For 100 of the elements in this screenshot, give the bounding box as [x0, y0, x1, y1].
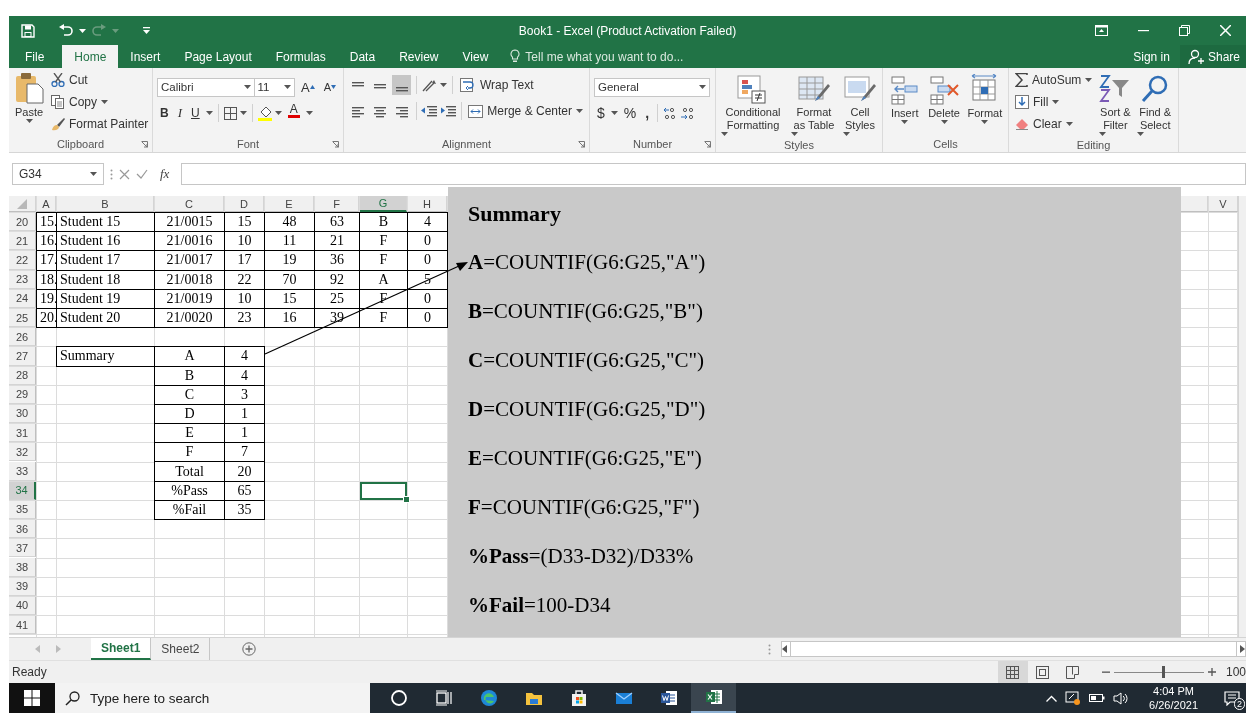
caret-icon[interactable] — [1099, 132, 1107, 136]
horizontal-scrollbar[interactable] — [781, 641, 1246, 657]
scroll-left-icon[interactable] — [782, 645, 787, 653]
increase-indent-icon[interactable] — [440, 104, 457, 118]
slider-thumb[interactable] — [1162, 666, 1166, 678]
format-painter-button[interactable]: Format Painter — [49, 114, 151, 134]
cell-grid[interactable]: V — [1181, 196, 1238, 637]
scroll-right-icon[interactable] — [1240, 645, 1245, 653]
ribbon-tab[interactable]: Formulas — [263, 45, 338, 68]
column-header[interactable]: C — [155, 196, 224, 212]
caret-icon[interactable] — [90, 172, 97, 176]
insert-cells-button[interactable]: Insert — [887, 74, 922, 136]
add-sheet-icon[interactable] — [242, 642, 257, 656]
column-header[interactable]: F — [315, 196, 359, 212]
row-header[interactable]: 23 — [9, 270, 36, 289]
column-header[interactable]: G — [360, 196, 407, 212]
conditional-formatting-button[interactable]: Conditional Formatting — [720, 74, 786, 138]
caret-icon[interactable] — [25, 119, 33, 123]
dialog-launcher-icon[interactable] — [578, 141, 585, 148]
caret-icon[interactable] — [205, 111, 213, 115]
checkmark-icon[interactable] — [136, 169, 148, 179]
row-header[interactable]: 31 — [9, 424, 36, 443]
start-button[interactable] — [9, 683, 55, 713]
center-icon[interactable] — [373, 104, 386, 118]
shrink-font-button[interactable]: A — [320, 77, 339, 97]
caret-icon[interactable] — [843, 132, 850, 136]
caret-icon[interactable] — [1085, 78, 1093, 82]
formula-input[interactable] — [181, 163, 1246, 185]
ribbon-tab[interactable]: Data — [337, 45, 388, 68]
cancel-icon[interactable] — [119, 168, 130, 180]
sheet-tab[interactable]: Sheet1 — [91, 638, 152, 660]
restore-icon[interactable] — [1179, 25, 1190, 36]
caret-icon[interactable] — [1137, 132, 1145, 136]
caret-icon[interactable] — [610, 111, 618, 115]
save-icon[interactable] — [21, 23, 35, 38]
decrease-decimal-icon[interactable] — [680, 106, 695, 120]
row-header[interactable]: 41 — [9, 615, 36, 635]
row-header[interactable]: 33 — [9, 462, 36, 481]
clock[interactable]: 4:04 PM 6/26/2021 — [1143, 683, 1204, 713]
volume-icon[interactable] — [1113, 691, 1130, 705]
view-button[interactable] — [997, 661, 1028, 683]
delete-cells-button[interactable]: Delete — [927, 74, 962, 136]
caret-icon[interactable] — [440, 83, 447, 87]
align-right-icon[interactable] — [395, 104, 408, 118]
dialog-launcher-icon[interactable] — [141, 141, 148, 148]
row-header[interactable]: 25 — [9, 308, 36, 328]
font-name-field[interactable]: Calibri — [157, 77, 255, 97]
active-cell[interactable] — [360, 481, 407, 500]
row-header[interactable]: 27 — [9, 347, 36, 366]
percent-button[interactable]: % — [620, 103, 640, 123]
dialog-launcher-icon[interactable] — [704, 141, 711, 148]
borders-icon[interactable] — [223, 106, 237, 120]
cell-styles-button[interactable]: Cell Styles — [842, 74, 878, 138]
row-header[interactable]: 38 — [9, 558, 36, 577]
cut-button[interactable]: Cut — [49, 70, 151, 90]
bold-button[interactable]: B — [157, 103, 172, 123]
caret-icon[interactable] — [940, 120, 948, 124]
caret-icon[interactable] — [274, 111, 282, 115]
italic-button[interactable]: I — [174, 103, 185, 123]
zoom-level[interactable]: 100 — [1225, 665, 1246, 679]
ribbon-tab[interactable]: Review — [387, 45, 451, 68]
clear-button[interactable]: Clear — [1013, 114, 1095, 134]
number-format-field[interactable]: General — [594, 77, 710, 97]
merge-center-button[interactable]: Merge & Center — [466, 101, 585, 121]
ribbon-tab[interactable]: File — [9, 45, 55, 68]
caret-icon[interactable] — [576, 109, 583, 113]
decrease-indent-icon[interactable] — [421, 104, 438, 118]
battery-icon[interactable] — [1089, 693, 1106, 703]
zoom-in-icon[interactable] — [1207, 668, 1216, 676]
format-as-table-button[interactable]: Format as Table — [790, 74, 838, 138]
row-header[interactable]: 36 — [9, 520, 36, 539]
insert-function-button[interactable]: fx — [154, 164, 176, 184]
taskbar-app-button[interactable] — [691, 683, 736, 713]
copy-button[interactable]: Copy — [49, 92, 151, 112]
ribbon-options-icon[interactable] — [1095, 25, 1108, 36]
caret-icon[interactable] — [305, 111, 313, 115]
comma-button[interactable]: , — [642, 103, 653, 123]
ribbon-tab[interactable]: Home — [62, 45, 119, 68]
row-header[interactable]: 22 — [9, 251, 36, 270]
caret-icon[interactable] — [243, 85, 251, 89]
currency-button[interactable]: $ — [594, 103, 608, 123]
sign-in-link[interactable]: Sign in — [1123, 45, 1180, 68]
row-header[interactable]: 40 — [9, 596, 36, 615]
cell-grid[interactable] — [9, 196, 448, 637]
row-header[interactable]: 20 — [9, 213, 36, 232]
row-header[interactable]: 21 — [9, 232, 36, 251]
row-header[interactable]: 32 — [9, 443, 36, 462]
caret-icon[interactable] — [1065, 122, 1073, 126]
align-left-icon[interactable] — [351, 104, 364, 118]
caret-icon[interactable] — [1052, 100, 1060, 104]
row-header[interactable]: 29 — [9, 385, 36, 404]
column-header[interactable]: V — [1209, 196, 1238, 212]
caret-icon[interactable] — [239, 111, 247, 115]
name-box[interactable]: G34 — [12, 163, 104, 185]
chevron-up-icon[interactable] — [1046, 694, 1058, 702]
caret-icon[interactable] — [981, 120, 989, 124]
caret-icon[interactable] — [284, 85, 291, 89]
notification-icon[interactable] — [1224, 690, 1240, 706]
ribbon-tab[interactable]: View — [450, 45, 501, 68]
autosum-button[interactable]: AutoSum — [1013, 70, 1095, 90]
